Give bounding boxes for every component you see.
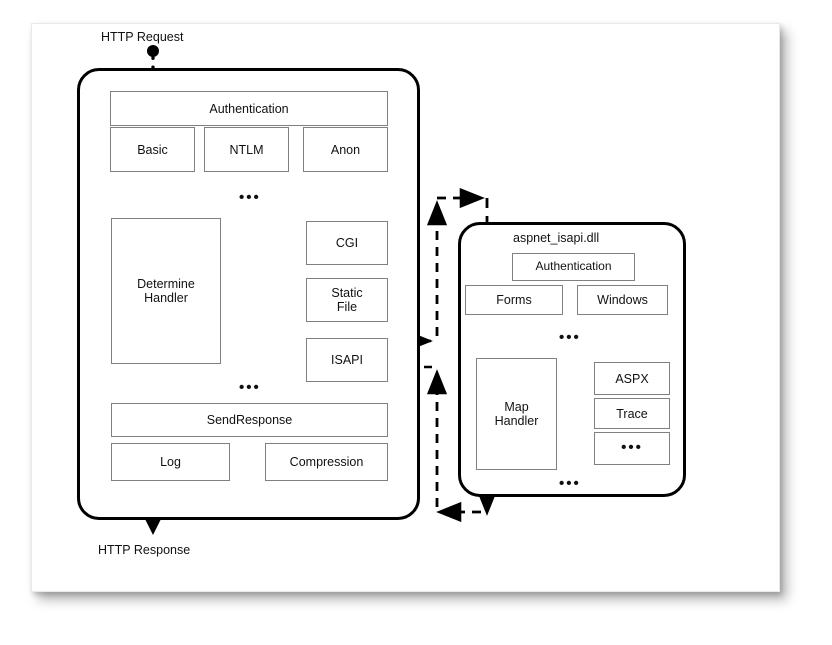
aspnet-auth-windows: Windows: [577, 285, 668, 315]
static-file-line1: Static: [331, 286, 363, 300]
iis-send-response: SendResponse: [111, 403, 388, 437]
determine-handler-line2: Handler: [144, 291, 188, 305]
iis-auth-ellipsis: •••: [239, 189, 261, 206]
aspnet-bottom-ellipsis: •••: [559, 475, 581, 492]
iis-authentication-header: Authentication: [110, 91, 388, 126]
iis-handler-static-file: Static File: [306, 278, 388, 322]
diagram-canvas: HTTP Request HTTP Response Authenticatio…: [0, 0, 832, 645]
map-handler-line1: Map: [504, 400, 529, 414]
aspnet-auth-ellipsis: •••: [559, 329, 581, 346]
aspnet-handler-aspx: ASPX: [594, 362, 670, 395]
aspnet-authentication-header: Authentication: [512, 253, 635, 281]
static-file-line2: File: [336, 300, 358, 314]
http-response-label: HTTP Response: [98, 543, 191, 557]
aspnet-auth-forms: Forms: [465, 285, 563, 315]
iis-post-compression: Compression: [265, 443, 388, 481]
aspnet-handler-more: •••: [594, 432, 670, 465]
http-request-label: HTTP Request: [101, 30, 184, 44]
iis-auth-basic: Basic: [110, 127, 195, 172]
iis-handler-ellipsis: •••: [239, 379, 261, 396]
iis-handler-cgi: CGI: [306, 221, 388, 265]
determine-handler-line1: Determine: [137, 277, 195, 291]
iis-auth-ntlm: NTLM: [204, 127, 289, 172]
iis-post-log: Log: [111, 443, 230, 481]
aspnet-map-handler: Map Handler: [476, 358, 557, 470]
iis-auth-anon: Anon: [303, 127, 388, 172]
aspnet-handler-trace: Trace: [594, 398, 670, 429]
aspnet-isapi-title: aspnet_isapi.dll: [513, 231, 600, 245]
iis-handler-isapi: ISAPI: [306, 338, 388, 382]
iis-determine-handler: Determine Handler: [111, 218, 221, 364]
map-handler-line2: Handler: [494, 414, 539, 428]
